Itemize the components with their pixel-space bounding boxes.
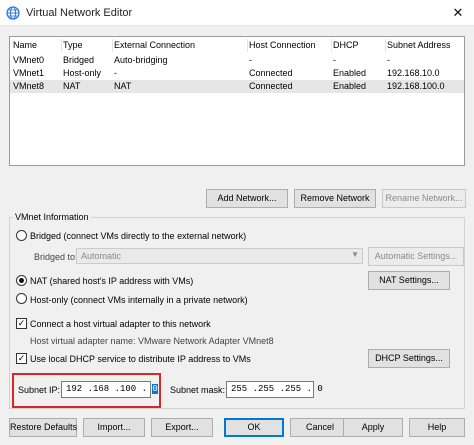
help-button[interactable]: Help xyxy=(409,418,465,437)
connect-adapter-label[interactable]: Connect a host virtual adapter to this n… xyxy=(30,319,211,329)
column-divider[interactable] xyxy=(331,39,332,52)
subnet-mask-input[interactable]: 255 .255 .255 . 0 xyxy=(226,381,323,398)
close-icon: ✕ xyxy=(452,5,464,20)
nat-radio[interactable] xyxy=(16,275,27,286)
remove-network-button[interactable]: Remove Network xyxy=(294,189,376,208)
table-header: Name Type External Connection Host Conne… xyxy=(10,39,464,52)
table-cell: VMnet8 xyxy=(13,81,45,91)
column-divider[interactable] xyxy=(61,39,62,52)
table-cell: - xyxy=(333,55,336,65)
network-table[interactable]: Name Type External Connection Host Conne… xyxy=(9,36,465,166)
cancel-button[interactable]: Cancel xyxy=(290,418,350,437)
column-divider[interactable] xyxy=(112,39,113,52)
bridged-radio[interactable] xyxy=(16,230,27,241)
table-row-selected[interactable]: VMnet8 NAT NAT Connected Enabled 192.168… xyxy=(10,80,464,93)
nat-label[interactable]: NAT (shared host's IP address with VMs) xyxy=(30,276,193,286)
table-cell: Auto-bridging xyxy=(114,55,168,65)
chevron-down-icon: ▼ xyxy=(351,250,359,259)
table-cell: - xyxy=(114,68,117,78)
column-divider[interactable] xyxy=(385,39,386,52)
table-cell: Host-only xyxy=(63,68,102,78)
column-divider[interactable] xyxy=(247,39,248,52)
table-cell: - xyxy=(387,55,390,65)
add-network-button[interactable]: Add Network... xyxy=(206,189,288,208)
subnet-ip-prefix: 192 .168 .100 . xyxy=(66,384,153,394)
table-cell: 192.168.100.0 xyxy=(387,81,445,91)
dhcp-checkbox[interactable]: ✓ xyxy=(16,353,27,364)
network-globe-icon xyxy=(6,6,20,20)
title-bar: Virtual Network Editor ✕ xyxy=(0,0,474,26)
import-button[interactable]: Import... xyxy=(83,418,145,437)
table-row[interactable]: VMnet0 Bridged Auto-bridging - - - xyxy=(10,54,464,67)
window-title: Virtual Network Editor xyxy=(26,7,133,19)
export-button[interactable]: Export... xyxy=(151,418,213,437)
connect-adapter-checkbox[interactable]: ✓ xyxy=(16,318,27,329)
dhcp-label[interactable]: Use local DHCP service to distribute IP … xyxy=(30,354,251,364)
column-header-dhcp[interactable]: DHCP xyxy=(333,40,385,50)
table-cell: Connected xyxy=(249,81,293,91)
nat-settings-button[interactable]: NAT Settings... xyxy=(368,271,450,290)
host-only-radio[interactable] xyxy=(16,293,27,304)
column-header-host-connection[interactable]: Host Connection xyxy=(249,40,331,50)
automatic-settings-button[interactable]: Automatic Settings... xyxy=(368,247,464,266)
restore-defaults-button[interactable]: Restore Defaults xyxy=(9,418,77,437)
bridged-to-label: Bridged to: xyxy=(34,252,78,262)
subnet-ip-label: Subnet IP: xyxy=(18,385,61,395)
column-header-external-connection[interactable]: External Connection xyxy=(114,40,248,50)
subnet-ip-selected-octet: 0 xyxy=(152,384,158,394)
dhcp-settings-button[interactable]: DHCP Settings... xyxy=(368,349,450,368)
table-cell: NAT xyxy=(114,81,132,91)
column-header-type[interactable]: Type xyxy=(63,40,113,50)
table-cell: Enabled xyxy=(333,68,367,78)
ok-button[interactable]: OK xyxy=(224,418,284,437)
column-header-name[interactable]: Name xyxy=(13,40,61,50)
host-only-label[interactable]: Host-only (connect VMs internally in a p… xyxy=(30,295,248,305)
table-cell: Bridged xyxy=(63,55,95,65)
table-cell: VMnet1 xyxy=(13,68,45,78)
subnet-ip-input[interactable]: 192 .168 .100 . 0 xyxy=(61,381,158,398)
table-cell: - xyxy=(249,55,252,65)
table-cell: 192.168.10.0 xyxy=(387,68,440,78)
subnet-mask-label: Subnet mask: xyxy=(170,385,226,395)
column-header-subnet-address[interactable]: Subnet Address xyxy=(387,40,463,50)
table-cell: Enabled xyxy=(333,81,367,91)
rename-network-button[interactable]: Rename Network... xyxy=(382,189,466,208)
group-legend: VMnet Information xyxy=(13,212,91,222)
bridged-to-value: Automatic xyxy=(81,251,122,261)
table-cell: Connected xyxy=(249,68,293,78)
adapter-name-text: Host virtual adapter name: VMware Networ… xyxy=(30,336,274,346)
close-button[interactable]: ✕ xyxy=(442,0,474,26)
bridged-label[interactable]: Bridged (connect VMs directly to the ext… xyxy=(30,231,246,241)
table-cell: NAT xyxy=(63,81,81,91)
bridged-to-select[interactable]: Automatic ▼ xyxy=(76,248,363,264)
table-row[interactable]: VMnet1 Host-only - Connected Enabled 192… xyxy=(10,67,464,80)
apply-button[interactable]: Apply xyxy=(343,418,403,437)
table-cell: VMnet0 xyxy=(13,55,45,65)
